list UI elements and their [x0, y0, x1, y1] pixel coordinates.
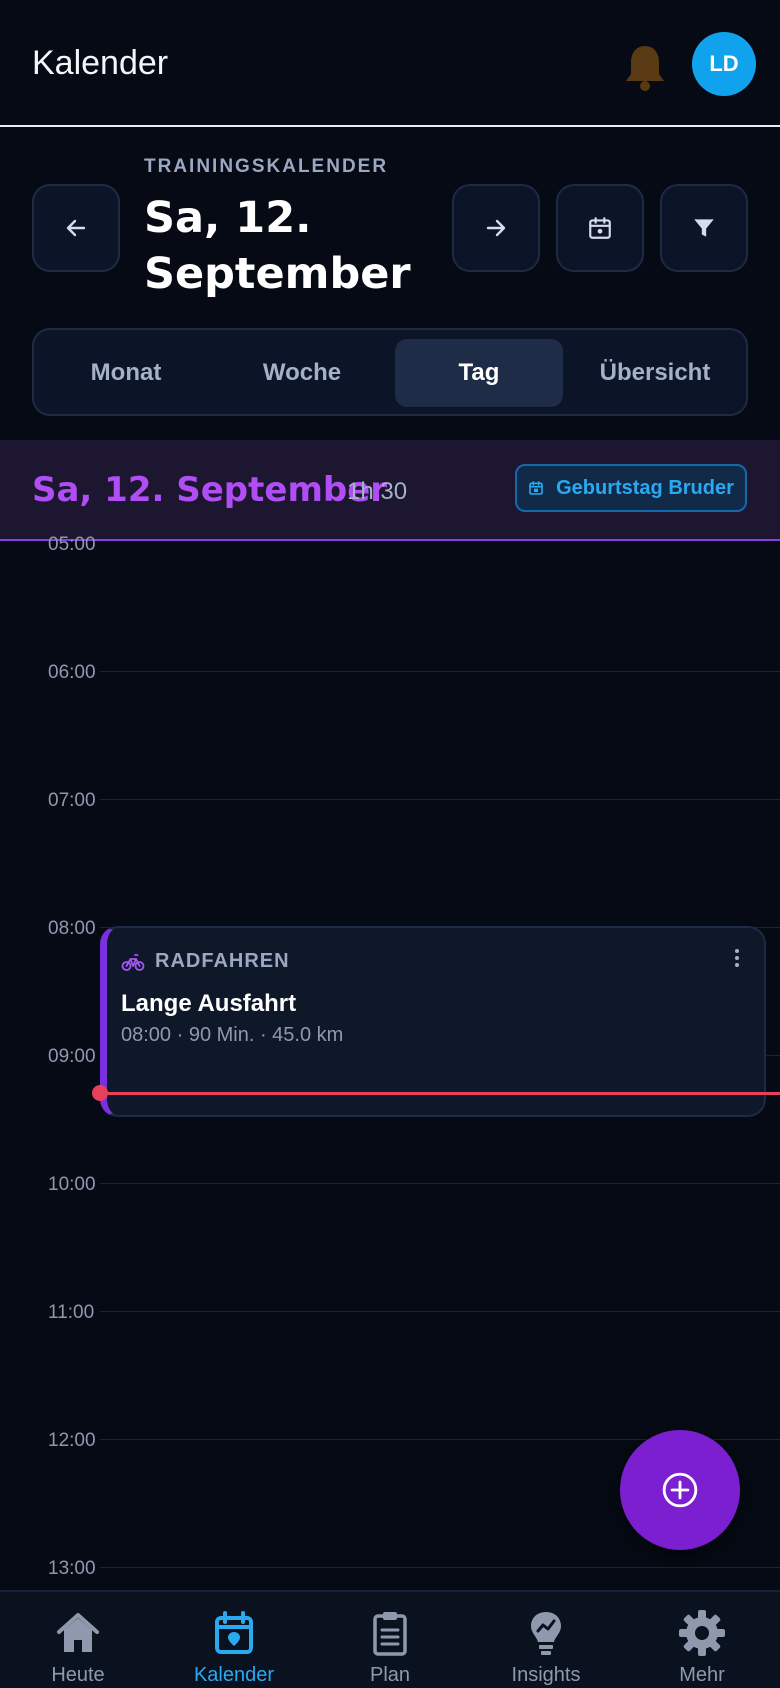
birthday-chip[interactable]: Geburtstag Bruder — [515, 464, 747, 512]
day-header: Sa, 12. September 1h 30 Geburtstag Brude… — [0, 440, 780, 541]
current-date: Sa, 12. September — [144, 193, 411, 299]
bottom-navigation: Heute Kalender Plan Insights Mehr — [0, 1590, 780, 1688]
nav-label: Plan — [369, 1664, 411, 1686]
filter-icon — [694, 219, 714, 237]
tab-tag[interactable]: Tag — [395, 339, 563, 407]
birthday-chip-label: Geburtstag Bruder — [556, 476, 734, 499]
hour-label: 11:00 — [48, 1302, 95, 1323]
lightbulb-icon — [531, 1612, 561, 1655]
hour-label: 08:00 — [48, 918, 96, 939]
app-bar: Kalender LD — [0, 0, 780, 127]
hour-label: 13:00 — [48, 1558, 96, 1579]
more-vertical-icon[interactable] — [725, 946, 749, 970]
bell-icon[interactable] — [622, 42, 668, 92]
tab-monat[interactable]: Monat — [42, 339, 210, 407]
nav-label: Insights — [511, 1664, 581, 1686]
current-time-dot — [92, 1085, 108, 1101]
day-header-date: Sa, 12. September — [32, 470, 388, 510]
calendar-pin-icon — [589, 217, 611, 239]
avatar[interactable]: LD — [692, 32, 756, 96]
hour-divider — [100, 799, 780, 800]
nav-label: Heute — [51, 1664, 105, 1686]
calendar-overline: TRAININGSKALENDER — [144, 156, 389, 177]
hour-divider — [100, 1311, 780, 1312]
nav-kalender[interactable]: Kalender — [156, 1592, 312, 1688]
day-total-duration: 1h 30 — [347, 478, 408, 505]
hour-divider — [100, 1183, 780, 1184]
page-title: Kalender — [32, 44, 169, 82]
gear-icon — [679, 1610, 725, 1656]
plus-circle-icon — [662, 1472, 698, 1508]
calendar-event-icon — [529, 481, 543, 495]
date-picker-button[interactable] — [556, 184, 644, 272]
nav-label: Kalender — [193, 1664, 275, 1686]
hour-label: 06:00 — [48, 662, 96, 683]
hour-label: 07:00 — [48, 790, 96, 811]
filter-button[interactable] — [660, 184, 748, 272]
next-day-button[interactable] — [452, 184, 540, 272]
hour-label: 05:00 — [48, 534, 96, 555]
nav-label: Mehr — [679, 1664, 725, 1686]
bicycle-icon — [121, 954, 145, 971]
event-meta: 08:00 · 90 Min. · 45.0 km — [121, 1024, 344, 1046]
event-title: Lange Ausfahrt — [121, 990, 297, 1017]
hour-label: 12:00 — [48, 1430, 96, 1451]
view-switcher: Monat Woche Tag Übersicht — [32, 328, 748, 416]
nav-plan[interactable]: Plan — [312, 1592, 468, 1688]
hour-label: 09:00 — [48, 1046, 96, 1067]
nav-insights[interactable]: Insights — [468, 1592, 624, 1688]
arrow-left-icon — [66, 219, 86, 237]
calendar-icon — [215, 1611, 253, 1654]
add-event-button[interactable] — [620, 1430, 740, 1550]
clipboard-icon — [373, 1612, 407, 1656]
nav-heute[interactable]: Heute — [0, 1592, 156, 1688]
tab-woche[interactable]: Woche — [218, 339, 386, 407]
event-card[interactable]: RADFAHREN Lange Ausfahrt 08:00 · 90 Min.… — [100, 926, 766, 1117]
hour-divider — [100, 1567, 780, 1568]
arrow-right-icon — [486, 219, 506, 237]
hour-divider — [100, 671, 780, 672]
current-time-line — [100, 1092, 780, 1095]
tab-uebersicht[interactable]: Übersicht — [571, 339, 739, 407]
previous-day-button[interactable] — [32, 184, 120, 272]
home-icon — [57, 1613, 99, 1652]
nav-mehr[interactable]: Mehr — [624, 1592, 780, 1688]
event-type: RADFAHREN — [155, 950, 290, 972]
hour-label: 10:00 — [48, 1174, 96, 1195]
